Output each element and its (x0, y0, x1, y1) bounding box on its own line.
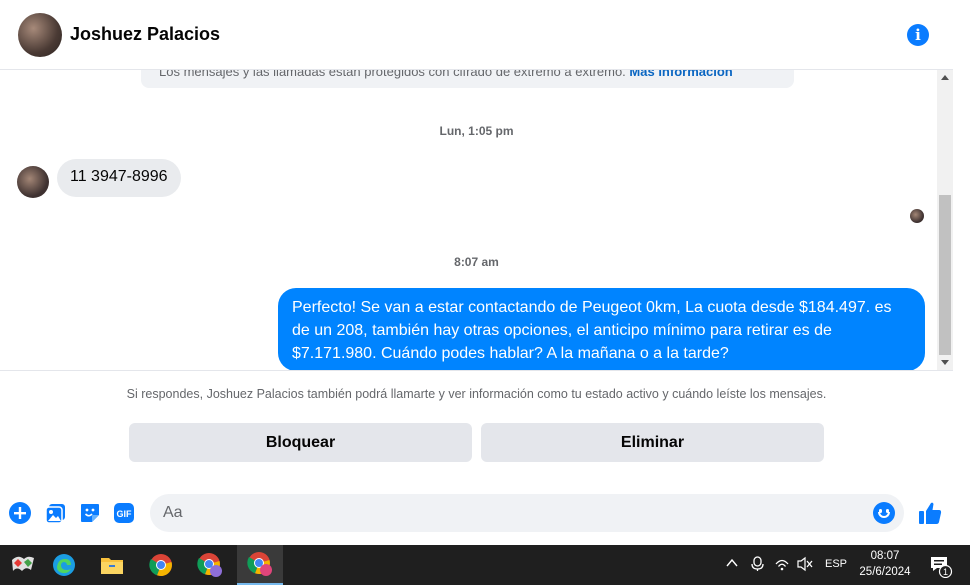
plus-icon[interactable] (9, 502, 31, 524)
system-clock[interactable]: 08:07 25/6/2024 (850, 548, 920, 580)
more-info-link[interactable]: Más información (629, 70, 732, 79)
timestamp: 8:07 am (454, 255, 499, 269)
like-icon[interactable] (917, 500, 943, 526)
scroll-up-arrow[interactable] (941, 75, 949, 80)
bottom-panel: Si respondes, Joshuez Palacios también p… (0, 370, 953, 545)
start-icon[interactable] (0, 545, 46, 585)
gif-label: GIF (117, 509, 133, 519)
scrollbar[interactable] (937, 70, 953, 370)
incoming-message[interactable]: 11 3947-8996 (57, 159, 181, 197)
message-input[interactable] (150, 494, 850, 532)
gif-icon[interactable]: GIF (113, 502, 135, 524)
photo-icon[interactable] (45, 502, 67, 524)
notification-count: 1 (943, 567, 948, 577)
chrome-icon[interactable] (138, 545, 184, 585)
contact-name[interactable]: Joshuez Palacios (70, 24, 220, 45)
scrollbar-thumb[interactable] (939, 195, 951, 355)
sender-avatar[interactable] (17, 166, 49, 198)
edge-icon[interactable] (41, 545, 87, 585)
message-list: Los mensajes y las llamadas están proteg… (0, 70, 953, 370)
clock-date: 25/6/2024 (859, 566, 911, 578)
chevron-up-icon[interactable] (726, 556, 738, 573)
chrome-active-profile-icon[interactable] (237, 545, 283, 585)
notification-icon[interactable]: 1 (929, 554, 953, 581)
clock-time: 08:07 (870, 550, 900, 562)
block-button[interactable]: Bloquear (129, 423, 472, 462)
outgoing-message[interactable]: Perfecto! Se van a estar contactando de … (278, 288, 925, 370)
chat-header: Joshuez Palacios i (0, 0, 953, 70)
scroll-down-arrow[interactable] (941, 360, 949, 365)
language-indicator[interactable]: ESP (825, 558, 847, 570)
windows-taskbar: ESP 08:07 25/6/2024 1 (0, 545, 970, 585)
encryption-notice: Los mensajes y las llamadas están proteg… (141, 70, 794, 88)
volume-muted-icon[interactable] (796, 556, 814, 575)
chrome-profile-icon[interactable] (187, 545, 233, 585)
contact-avatar[interactable] (18, 12, 62, 57)
file-explorer-icon[interactable] (89, 545, 135, 585)
message-composer[interactable] (150, 494, 904, 532)
sticker-icon[interactable] (79, 502, 101, 524)
meet-now-icon[interactable] (751, 556, 765, 575)
emoji-icon[interactable] (873, 502, 895, 524)
info-icon[interactable]: i (907, 24, 929, 46)
timestamp: Lun, 1:05 pm (439, 124, 514, 138)
seen-indicator-avatar (910, 209, 924, 223)
wifi-icon[interactable] (774, 556, 790, 575)
delete-button[interactable]: Eliminar (481, 423, 824, 462)
request-notice: Si respondes, Joshuez Palacios también p… (126, 387, 827, 401)
